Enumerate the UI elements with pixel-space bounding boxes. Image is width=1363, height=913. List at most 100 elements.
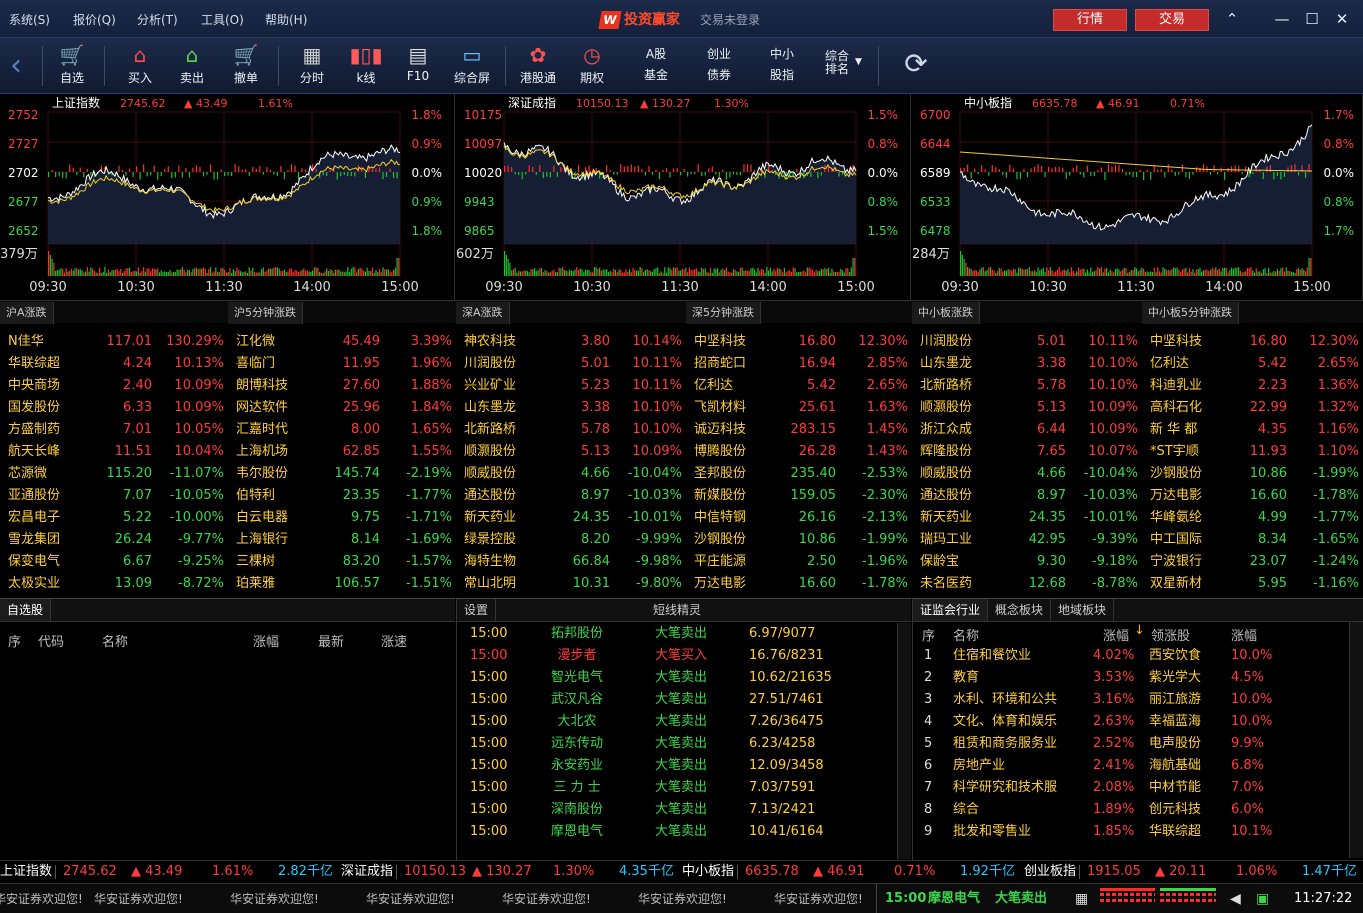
industry-scrollbar[interactable] (1349, 622, 1363, 858)
short-line-row[interactable]: 15:00 三 力 士 大笔卖出 7.03/7591 (457, 777, 897, 799)
table-row[interactable]: 双星新材 5.95 -1.16% (1142, 573, 1363, 595)
table-row[interactable]: 平庄能源 2.50 -1.96% (686, 551, 912, 573)
table-row[interactable]: 常山北明 10.31 -9.80% (456, 573, 686, 595)
short-line-row[interactable]: 15:00 拓邦股份 大笔卖出 6.97/9077 (457, 623, 897, 645)
quote-button[interactable]: 行情 (1053, 9, 1127, 31)
ticker-segment[interactable]: 上证指数 2745.62 ▲ 43.49 1.61% 2.82千亿 (0, 861, 341, 883)
table-row[interactable]: 雪龙集团 26.24 -9.77% (0, 529, 228, 551)
table-row[interactable]: 伯特利 23.35 -1.77% (228, 485, 456, 507)
table-row[interactable]: 朗博科技 27.60 1.88% (228, 375, 456, 397)
col-latest[interactable]: 最新 (318, 631, 344, 650)
fenshi-button[interactable]: ▦ 分时 (286, 42, 338, 90)
table-title[interactable]: 中小板涨跌 (912, 302, 980, 324)
table-row[interactable]: 北新路桥 5.78 10.10% (456, 419, 686, 441)
table-row[interactable]: 山东墨龙 3.38 10.10% (912, 353, 1142, 375)
col-speed[interactable]: 涨速 (381, 631, 407, 650)
table-row[interactable]: 通达股份 8.97 -10.03% (912, 485, 1142, 507)
sort-desc-icon[interactable]: ↓ (1134, 623, 1145, 638)
table-row[interactable]: 保龄宝 9.30 -9.18% (912, 551, 1142, 573)
col-name[interactable]: 名称 (102, 631, 128, 650)
ind-col-change[interactable]: 涨幅 (1103, 625, 1129, 644)
ganggu-button[interactable]: ✿ 港股通 (512, 42, 564, 90)
table-row[interactable]: 绿景控股 8.20 -9.99% (456, 529, 686, 551)
table-row[interactable]: 顺威股份 4.66 -10.04% (456, 463, 686, 485)
table-row[interactable]: 新 华 都 4.35 1.16% (1142, 419, 1363, 441)
industry-row[interactable]: 4 文化、体育和娱乐 2.63% 幸福蓝海 10.0% (913, 711, 1363, 733)
grid-icon[interactable]: ▦ (1075, 884, 1088, 913)
industry-row[interactable]: 7 科学研究和技术服 2.08% 中材节能 7.0% (913, 777, 1363, 799)
table-title[interactable]: 中小板5分钟涨跌 (1142, 302, 1239, 324)
table-row[interactable]: 飞凯材料 25.61 1.63% (686, 397, 912, 419)
sell-button[interactable]: ⌂ 卖出 (166, 42, 218, 90)
table-row[interactable]: 顺威股份 4.66 -10.04% (912, 463, 1142, 485)
table-row[interactable]: 新天药业 24.35 -10.01% (456, 507, 686, 529)
table-title[interactable]: 沪A涨跌 (0, 302, 54, 324)
ticker-segment[interactable]: 深证成指 10150.13 ▲ 130.27 1.30% 4.35千亿 (341, 861, 682, 883)
table-title[interactable]: 深5分钟涨跌 (686, 302, 761, 324)
cancel-order-button[interactable]: 🛒 撤单 (220, 42, 272, 90)
table-row[interactable]: 诚迈科技 283.15 1.45% (686, 419, 912, 441)
short-line-row[interactable]: 15:00 永安药业 大笔卖出 12.09/3458 (457, 755, 897, 777)
table-title[interactable]: 沪5分钟涨跌 (228, 302, 303, 324)
a-share-fund-button[interactable]: A股 基金 (631, 44, 681, 86)
table-row[interactable]: 神农科技 3.80 10.14% (456, 331, 686, 353)
table-row[interactable]: 亿利达 5.42 2.65% (686, 375, 912, 397)
short-line-row[interactable]: 15:00 智光电气 大笔卖出 10.62/21635 (457, 667, 897, 689)
table-row[interactable]: 江化微 45.49 3.39% (228, 331, 456, 353)
tab-concept[interactable]: 概念板块 (988, 599, 1052, 621)
menu-analysis[interactable]: 分析(T) (137, 11, 178, 28)
menu-system[interactable]: 系统(S) (9, 11, 50, 28)
ind-col-leader[interactable]: 领涨股 (1151, 625, 1190, 644)
table-row[interactable]: 宏昌电子 5.22 -10.00% (0, 507, 228, 529)
table-row[interactable]: 博腾股份 26.28 1.43% (686, 441, 912, 463)
table-row[interactable]: 珀莱雅 106.57 -1.51% (228, 573, 456, 595)
table-row[interactable]: *ST宇顺 11.93 1.10% (1142, 441, 1363, 463)
table-row[interactable]: 中信特钢 26.16 -2.13% (686, 507, 912, 529)
table-row[interactable]: 沙钢股份 10.86 -1.99% (1142, 463, 1363, 485)
table-row[interactable]: 上海银行 8.14 -1.69% (228, 529, 456, 551)
f10-button[interactable]: ▤ F10 (392, 42, 444, 90)
table-row[interactable]: 航天长峰 11.51 10.04% (0, 441, 228, 463)
table-row[interactable]: 万达电影 16.60 -1.78% (686, 573, 912, 595)
col-code[interactable]: 代码 (38, 631, 64, 650)
table-row[interactable]: 汇嘉时代 8.00 1.65% (228, 419, 456, 441)
col-change[interactable]: 涨幅 (253, 631, 279, 650)
short-line-row[interactable]: 15:00 大北农 大笔卖出 7.26/36475 (457, 711, 897, 733)
options-button[interactable]: ◷ 期权 (566, 42, 618, 90)
table-row[interactable]: 亿利达 5.42 2.65% (1142, 353, 1363, 375)
table-row[interactable]: 中坚科技 16.80 12.30% (686, 331, 912, 353)
ticker-segment[interactable]: 创业板指 1915.05 ▲ 20.11 1.06% 1.47千亿 (1024, 861, 1363, 883)
gem-bond-button[interactable]: 创业 债券 (694, 44, 744, 86)
menu-quote[interactable]: 报价(Q) (73, 11, 116, 28)
table-row[interactable]: 沙钢股份 10.86 -1.99% (686, 529, 912, 551)
table-row[interactable]: 芯源微 115.20 -11.07% (0, 463, 228, 485)
industry-row[interactable]: 2 教育 3.53% 紫光学大 4.5% (913, 667, 1363, 689)
menu-help[interactable]: 帮助(H) (265, 11, 307, 28)
table-row[interactable]: 未名医药 12.68 -8.78% (912, 573, 1142, 595)
speaker-icon[interactable]: ◀ (1230, 884, 1241, 913)
table-row[interactable]: 瑞玛工业 42.95 -9.39% (912, 529, 1142, 551)
ranking-dropdown[interactable]: 综合 排名 ▼ (809, 44, 865, 80)
close-icon[interactable]: ✕ (1332, 10, 1352, 28)
table-row[interactable]: 万达电影 16.60 -1.78% (1142, 485, 1363, 507)
ind-col-seq[interactable]: 序 (922, 625, 935, 644)
table-row[interactable]: 喜临门 11.95 1.96% (228, 353, 456, 375)
table-row[interactable]: 辉隆股份 7.65 10.07% (912, 441, 1142, 463)
table-row[interactable]: 浙江众成 6.44 10.09% (912, 419, 1142, 441)
table-row[interactable]: 新媒股份 159.05 -2.30% (686, 485, 912, 507)
table-row[interactable]: 华联综超 4.24 10.13% (0, 353, 228, 375)
back-arrow-icon[interactable]: ‹ (10, 46, 22, 86)
table-row[interactable]: 亚通股份 7.07 -10.05% (0, 485, 228, 507)
table-row[interactable]: 三棵树 83.20 -1.57% (228, 551, 456, 573)
kline-button[interactable]: ▮▯▮ k线 (340, 42, 392, 90)
table-row[interactable]: N佳华 117.01 130.29% (0, 331, 228, 353)
table-row[interactable]: 方盛制药 7.01 10.05% (0, 419, 228, 441)
table-row[interactable]: 上海机场 62.85 1.55% (228, 441, 456, 463)
buy-button[interactable]: ⌂ 买入 (114, 42, 166, 90)
menu-tools[interactable]: 工具(O) (201, 11, 244, 28)
short-line-row[interactable]: 15:00 武汉凡谷 大笔卖出 27.51/7461 (457, 689, 897, 711)
index-chart-1[interactable]: 深证成指 10150.13 ▲ 130.27 1.30% 10175 10097 10020… (456, 94, 911, 300)
settings-tab[interactable]: 设置 (457, 599, 497, 621)
industry-row[interactable]: 8 综合 1.89% 创元科技 6.0% (913, 799, 1363, 821)
table-row[interactable]: 通达股份 8.97 -10.03% (456, 485, 686, 507)
